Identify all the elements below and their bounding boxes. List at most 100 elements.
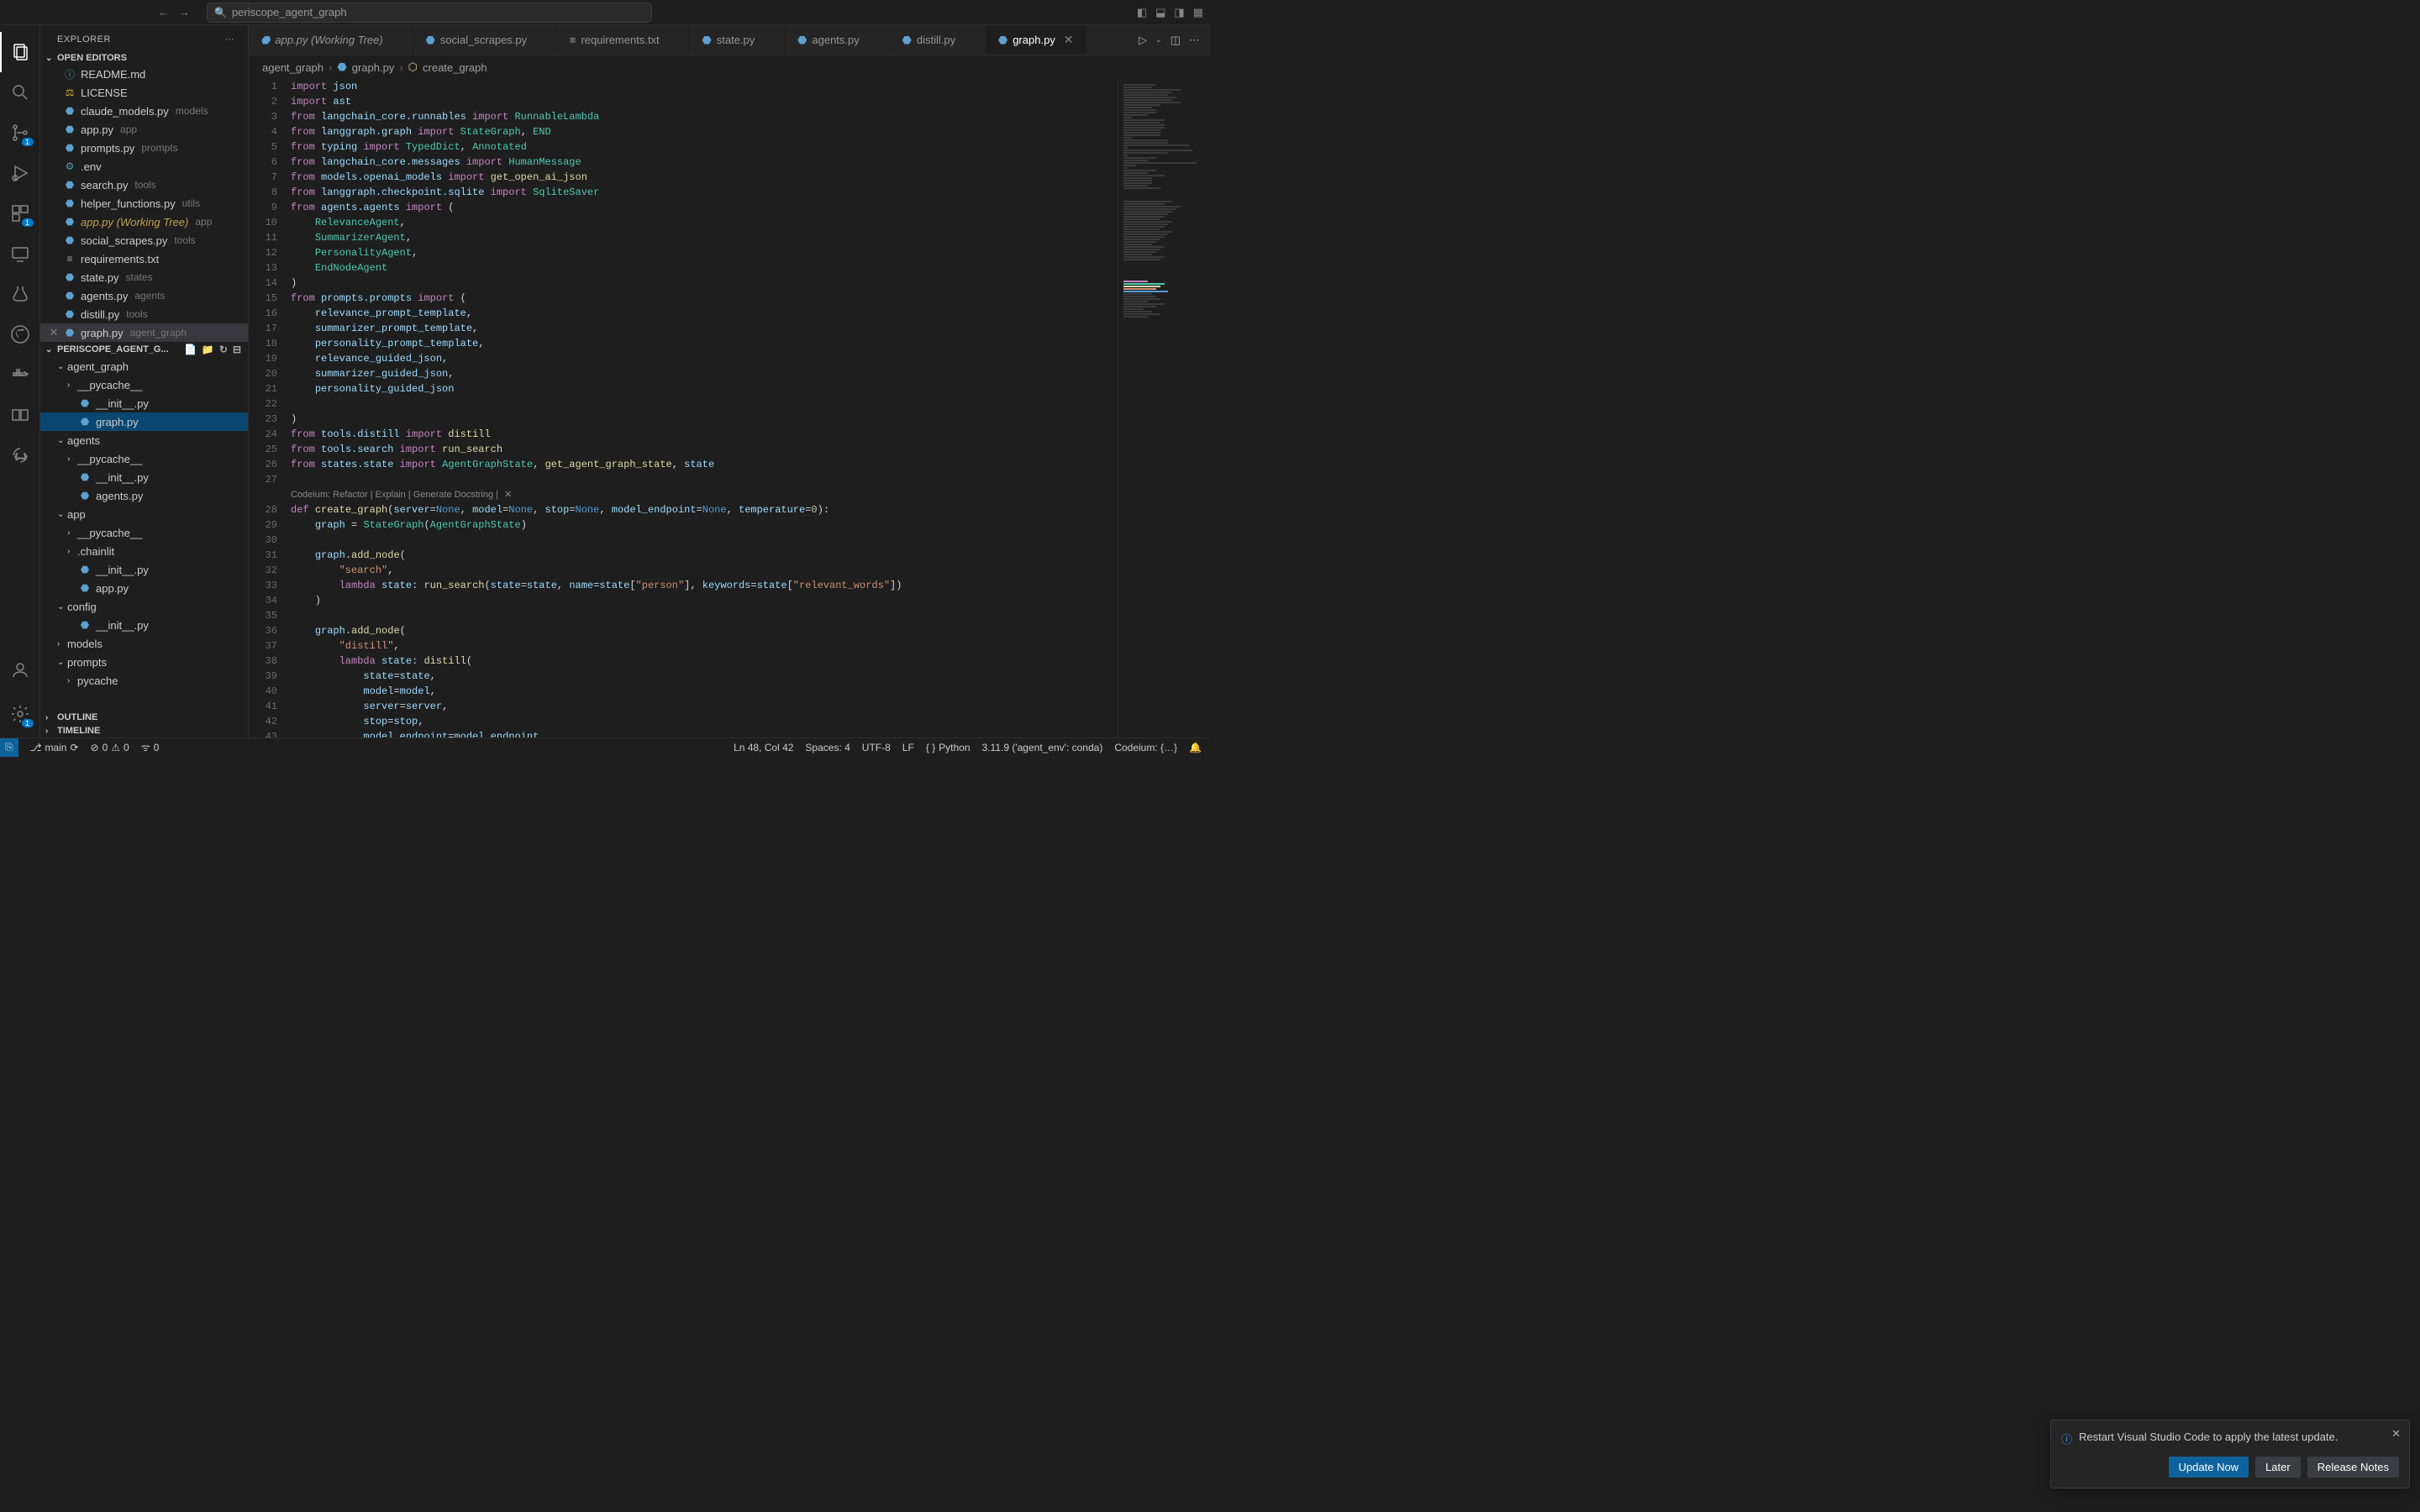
python-interpreter[interactable]: 3.11.9 ('agent_env': conda) (982, 742, 1103, 753)
activity-testing[interactable] (0, 274, 40, 314)
open-editor-item[interactable]: ✕ ⬣ prompts.py prompts (40, 139, 248, 157)
collapse-all-icon[interactable]: ⊟ (233, 344, 241, 355)
open-editor-item[interactable]: ✕ ⚙ .env (40, 157, 248, 176)
split-editor-icon[interactable]: ◫ (1171, 34, 1181, 47)
activity-explorer[interactable] (0, 32, 40, 72)
file-name: distill.py (81, 308, 119, 321)
run-dropdown-icon[interactable]: ⌄ (1155, 35, 1162, 45)
open-editor-item[interactable]: ✕ ⬣ app.py (Working Tree) app (40, 213, 248, 231)
file-icon: ⬣ (62, 234, 77, 246)
file-item[interactable]: ⬣ __init__.py (40, 394, 248, 412)
folder-item[interactable]: ⌄ agent_graph (40, 357, 248, 375)
activity-extensions[interactable]: 1 (0, 193, 40, 234)
editor-tab[interactable]: ⬣ state.py ✕ (690, 25, 786, 55)
layout-toggle-bottom-icon[interactable]: ⬓ (1155, 6, 1165, 19)
minimap[interactable] (1118, 79, 1210, 738)
file-item[interactable]: ⬣ app.py (40, 579, 248, 597)
ports-indicator[interactable]: ᯤ0 (141, 740, 160, 754)
folder-item[interactable]: › pycache (40, 671, 248, 690)
activity-search[interactable] (0, 72, 40, 113)
new-file-icon[interactable]: 📄 (184, 344, 197, 355)
activity-remote-explorer[interactable] (0, 234, 40, 274)
activity-github[interactable] (0, 314, 40, 354)
breadcrumb-symbol[interactable]: create_graph (423, 61, 487, 74)
cursor-position[interactable]: Ln 48, Col 42 (734, 742, 793, 753)
breadcrumb-folder[interactable]: agent_graph (262, 61, 324, 74)
open-editor-item[interactable]: ✕ ⬣ graph.py agent_graph (40, 323, 248, 342)
codelens[interactable]: Codeium: Refactor | Explain | Generate D… (291, 487, 1118, 502)
file-item[interactable]: ⬣ __init__.py (40, 616, 248, 634)
open-editor-item[interactable]: ✕ ⬣ social_scrapes.py tools (40, 231, 248, 249)
explorer-title: EXPLORER (57, 34, 111, 45)
activity-docker[interactable] (0, 354, 40, 395)
open-editor-item[interactable]: ✕ ⬣ claude_models.py models (40, 102, 248, 120)
timeline-header[interactable]: › TIMELINE (40, 724, 248, 738)
activity-settings[interactable]: 1 (0, 694, 40, 734)
editor-tab[interactable]: ⬣ social_scrapes.py ✕ (413, 25, 557, 55)
file-item[interactable]: ⬣ agents.py (40, 486, 248, 505)
layout-toggle-right-icon[interactable]: ◨ (1174, 6, 1184, 19)
breadcrumb-file[interactable]: graph.py (352, 61, 395, 74)
open-editor-item[interactable]: ✕ ⬣ agents.py agents (40, 286, 248, 305)
folder-item[interactable]: › models (40, 634, 248, 653)
git-branch[interactable]: ⎇ main ⟳ (30, 742, 79, 753)
code-editor[interactable]: import jsonimport astfrom langchain_core… (291, 79, 1118, 738)
activity-run-debug[interactable] (0, 153, 40, 193)
refresh-icon[interactable]: ↻ (219, 344, 228, 355)
open-editor-item[interactable]: ✕ ≡ requirements.txt (40, 249, 248, 268)
activity-source-control[interactable]: 1 (0, 113, 40, 153)
run-icon[interactable]: ▷ (1139, 34, 1147, 47)
folder-item[interactable]: › __pycache__ (40, 449, 248, 468)
editor-tab[interactable]: ⬣ app.py (Working Tree) ✕ (249, 25, 413, 55)
file-item[interactable]: ⬣ __init__.py (40, 560, 248, 579)
explorer-more-icon[interactable]: ⋯ (225, 34, 235, 45)
problems-indicator[interactable]: ⊘0 ⚠0 (91, 742, 129, 753)
editor-tab[interactable]: ⬣ graph.py ✕ (986, 25, 1086, 55)
nav-back-icon[interactable]: ← (158, 6, 169, 18)
nav-forward-icon[interactable]: → (179, 6, 190, 18)
statusbar: ⎘ ⎇ main ⟳ ⊘0 ⚠0 ᯤ0 Ln 48, Col 42 Spaces… (0, 738, 1210, 756)
editor-tab[interactable]: ⬣ agents.py ✕ (786, 25, 890, 55)
folder-item[interactable]: ⌄ config (40, 597, 248, 616)
folder-item[interactable]: › __pycache__ (40, 523, 248, 542)
more-actions-icon[interactable]: ⋯ (1189, 34, 1200, 47)
open-editor-item[interactable]: ✕ ⬣ app.py app (40, 120, 248, 139)
activity-accounts[interactable] (0, 650, 40, 690)
close-icon[interactable]: ✕ (1064, 33, 1074, 47)
codeium-status[interactable]: Codeium: {…} (1114, 742, 1177, 753)
workspace-header[interactable]: ⌄ PERISCOPE_AGENT_G... 📄 📁 ↻ ⊟ (40, 342, 248, 357)
open-editor-item[interactable]: ✕ ⬣ helper_functions.py utils (40, 194, 248, 213)
new-folder-icon[interactable]: 📁 (202, 344, 214, 355)
editor-tab[interactable]: ⬣ distill.py ✕ (891, 25, 986, 55)
close-icon[interactable]: ✕ (504, 490, 512, 500)
layout-toggle-left-icon[interactable]: ◧ (1137, 6, 1147, 19)
encoding-indicator[interactable]: UTF-8 (862, 742, 891, 753)
open-editors-header[interactable]: ⌄ OPEN EDITORS (40, 51, 248, 65)
command-center-search[interactable]: 🔍 periscope_agent_graph (207, 3, 652, 23)
breadcrumb[interactable]: agent_graph › ⬣ graph.py › ⬡ create_grap… (249, 55, 1210, 79)
notifications-icon[interactable]: 🔔 (1189, 742, 1202, 753)
folder-item[interactable]: › .chainlit (40, 542, 248, 560)
outline-header[interactable]: › OUTLINE (40, 711, 248, 724)
open-editor-item[interactable]: ✕ ⬣ state.py states (40, 268, 248, 286)
folder-item[interactable]: ⌄ agents (40, 431, 248, 449)
editor-tab[interactable]: ≡ requirements.txt ✕ (558, 25, 691, 55)
file-item[interactable]: ⬣ graph.py (40, 412, 248, 431)
open-editor-item[interactable]: ✕ ⬣ distill.py tools (40, 305, 248, 323)
activity-codeium[interactable]: {…} (0, 435, 40, 475)
close-icon[interactable]: ✕ (45, 326, 62, 339)
eol-indicator[interactable]: LF (902, 742, 914, 753)
file-item[interactable]: ⬣ __init__.py (40, 468, 248, 486)
open-editor-item[interactable]: ✕ ⬣ search.py tools (40, 176, 248, 194)
folder-item[interactable]: ⌄ app (40, 505, 248, 523)
open-editor-item[interactable]: ✕ ⓘ README.md (40, 65, 248, 83)
indent-indicator[interactable]: Spaces: 4 (805, 742, 850, 753)
remote-indicator[interactable]: ⎘ (0, 738, 18, 757)
language-indicator[interactable]: { } Python (926, 742, 971, 753)
activity-remote-containers[interactable] (0, 395, 40, 435)
folder-item[interactable]: ⌄ prompts (40, 653, 248, 671)
open-editor-item[interactable]: ✕ ⚖ LICENSE (40, 83, 248, 102)
folder-item[interactable]: › __pycache__ (40, 375, 248, 394)
layout-customize-icon[interactable]: ▦ (1193, 6, 1203, 19)
file-icon: ⬣ (77, 619, 92, 631)
